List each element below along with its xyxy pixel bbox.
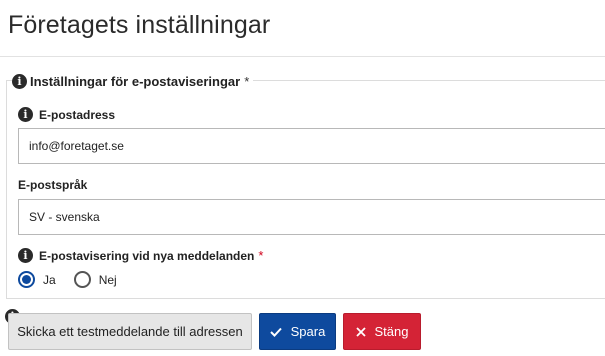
page-title: Företagets inställningar [8, 11, 271, 39]
language-select[interactable]: SV - svenska [18, 199, 605, 235]
notify-label: i E-postavisering vid nya meddelanden * [18, 248, 263, 263]
email-notification-settings-panel: i Inställningar för e-postaviseringar * … [6, 72, 605, 299]
info-icon[interactable]: i [12, 73, 27, 89]
info-icon[interactable]: i [18, 248, 33, 263]
radio-ja[interactable] [18, 271, 35, 288]
panel-legend-label: Inställningar för e-postaviseringar [30, 73, 241, 89]
email-label-text: E-postadress [39, 107, 116, 122]
language-label-text: E-postspråk [18, 178, 88, 192]
send-test-message-button[interactable]: Skicka ett testmeddelande till adressen [8, 313, 252, 350]
required-marker: * [244, 73, 250, 89]
radio-nej[interactable] [73, 271, 91, 288]
email-field[interactable]: info@foretaget.se [18, 128, 605, 164]
close-label: Stäng [374, 324, 409, 339]
radio-nej-label[interactable]: Nej [99, 273, 117, 287]
language-select-value: SV - svenska [29, 210, 100, 224]
radio-ja-label[interactable]: Ja [43, 273, 56, 287]
close-button[interactable]: Stäng [343, 313, 421, 350]
email-field-value: info@foretaget.se [29, 139, 124, 153]
save-label: Spara [290, 324, 326, 339]
email-label: i E-postadress [18, 107, 115, 122]
required-marker: * [258, 248, 264, 263]
check-icon [269, 327, 282, 337]
notify-radio-group: Ja Nej [18, 271, 135, 288]
info-icon[interactable]: i [18, 107, 33, 122]
send-test-message-label: Skicka ett testmeddelande till adressen [17, 324, 243, 339]
page-header: Företagets inställningar [0, 0, 605, 57]
close-icon [355, 326, 366, 337]
panel-legend: i Inställningar för e-postaviseringar * [12, 72, 254, 90]
save-button[interactable]: Spara [259, 313, 336, 350]
language-label: E-postspråk [18, 178, 87, 192]
notify-label-text: E-postavisering vid nya meddelanden [39, 248, 255, 263]
